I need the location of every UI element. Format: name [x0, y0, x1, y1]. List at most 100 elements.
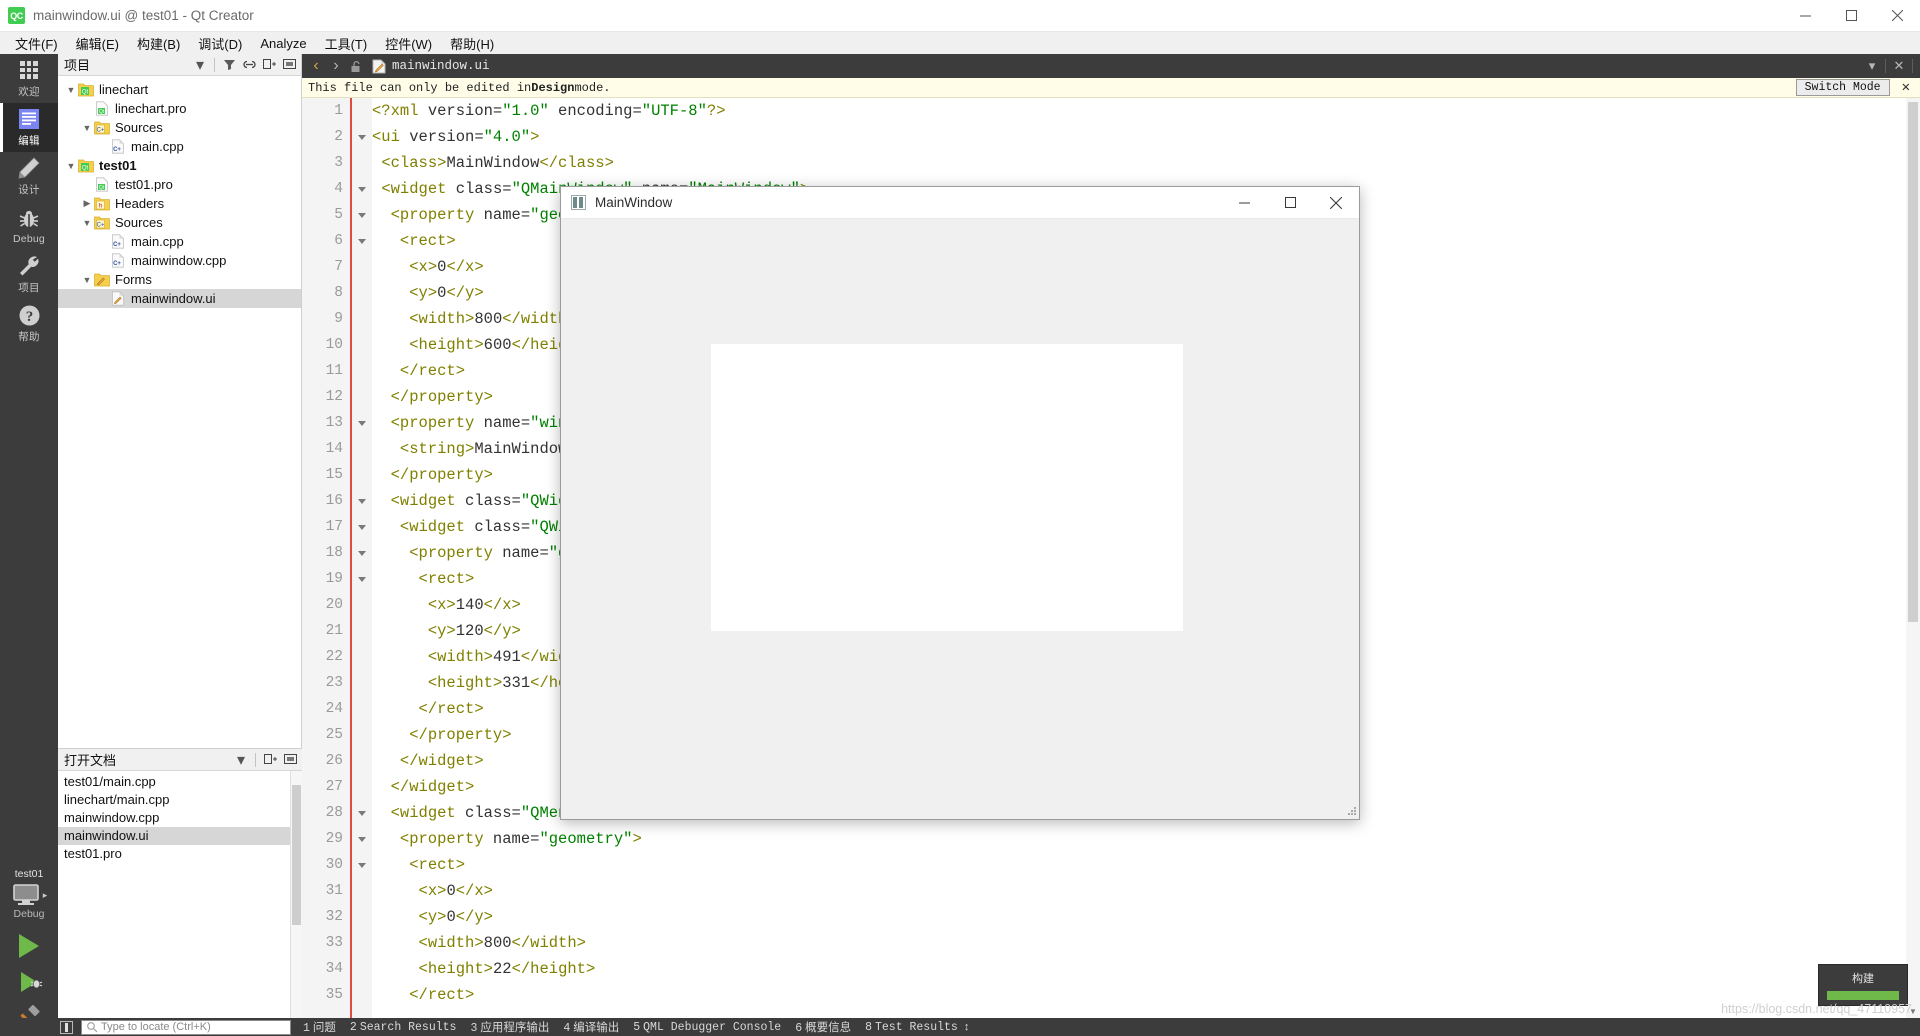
- menu-item-5[interactable]: 工具(T): [316, 32, 377, 55]
- output-pane-Search Results[interactable]: 2 Search Results: [350, 1021, 457, 1034]
- chevron-down-icon[interactable]: ▾: [232, 751, 250, 769]
- open-document-2[interactable]: mainwindow.cpp: [58, 809, 302, 827]
- line-number: 10: [325, 337, 343, 353]
- fold-marker[interactable]: [352, 540, 372, 566]
- menu-item-0[interactable]: 文件(F): [6, 32, 67, 55]
- project-tree[interactable]: ▼ Qt linechart Qt linechart.pro ▼ C+ Sources C+ m…: [58, 76, 301, 716]
- tree-item-main-cpp[interactable]: C+ main.cpp: [58, 232, 301, 251]
- filter-icon[interactable]: [220, 56, 238, 74]
- mode-编辑[interactable]: 编辑: [0, 103, 58, 152]
- fold-marker[interactable]: [352, 566, 372, 592]
- fold-marker[interactable]: [352, 124, 372, 150]
- chevron-down-icon[interactable]: ▼: [80, 123, 94, 133]
- fold-marker[interactable]: [352, 826, 372, 852]
- tree-item-headers[interactable]: ▶ h Headers: [58, 194, 301, 213]
- line-number: 3: [334, 155, 343, 171]
- output-pane-编译输出[interactable]: 4 编译输出: [563, 1019, 619, 1035]
- fold-empty: [352, 982, 372, 1008]
- menu-item-7[interactable]: 帮助(H): [441, 32, 503, 55]
- tree-item-mainwindow-ui[interactable]: mainwindow.ui: [58, 289, 301, 308]
- tree-item-test01-pro[interactable]: Qt test01.pro: [58, 175, 301, 194]
- mode-欢迎[interactable]: 欢迎: [0, 54, 58, 103]
- menu-item-2[interactable]: 构建(B): [128, 32, 189, 55]
- open-documents-scrollbar[interactable]: [290, 771, 302, 1018]
- run-button[interactable]: [0, 928, 58, 964]
- output-pane-QML Debugger Console[interactable]: 5 QML Debugger Console: [633, 1021, 781, 1034]
- open-document-4[interactable]: test01.pro: [58, 845, 302, 863]
- chevron-down-icon[interactable]: ▾: [1862, 56, 1882, 76]
- sidebar-toggle-icon[interactable]: [60, 1020, 73, 1034]
- menu-item-6[interactable]: 控件(W): [376, 32, 441, 55]
- fold-marker[interactable]: [352, 514, 372, 540]
- line-number: 23: [325, 675, 343, 691]
- tree-item-sources[interactable]: ▼ C+ Sources: [58, 213, 301, 232]
- editor-scrollbar[interactable]: ▲ ▼: [1906, 98, 1920, 1018]
- nav-back-button[interactable]: ‹: [306, 56, 326, 76]
- open-document-0[interactable]: test01/main.cpp: [58, 773, 302, 791]
- editor-tab-mainwindow-ui[interactable]: mainwindow.ui: [366, 54, 496, 78]
- chevron-down-icon[interactable]: ▼: [80, 218, 94, 228]
- scrollbar-thumb[interactable]: [1908, 102, 1918, 622]
- output-pane-updown-icon[interactable]: ↕: [964, 1021, 970, 1033]
- fold-marker[interactable]: [352, 228, 372, 254]
- debug-button[interactable]: [0, 964, 58, 1000]
- open-document-1[interactable]: linechart/main.cpp: [58, 791, 302, 809]
- fold-column[interactable]: [352, 98, 372, 1018]
- infobar-close-button[interactable]: ✕: [1898, 79, 1914, 96]
- scrollbar-thumb[interactable]: [292, 785, 301, 925]
- menu-item-4[interactable]: Analyze: [251, 34, 315, 53]
- chevron-down-icon[interactable]: ▼: [64, 161, 78, 171]
- fold-marker[interactable]: [352, 176, 372, 202]
- chevron-right-icon[interactable]: ▶: [80, 198, 94, 209]
- close-tab-button[interactable]: ✕: [1889, 56, 1909, 76]
- chevron-down-icon[interactable]: ▾: [191, 56, 209, 74]
- mode-设计[interactable]: 设计: [0, 152, 58, 201]
- mode-帮助[interactable]: ? 帮助: [0, 299, 58, 348]
- minimize-button[interactable]: [1782, 0, 1828, 32]
- chevron-down-icon[interactable]: ▼: [80, 275, 94, 285]
- close-button[interactable]: [1874, 0, 1920, 32]
- open-documents-list[interactable]: test01/main.cpp linechart/main.cpp mainwin…: [58, 771, 302, 863]
- open-document-3[interactable]: mainwindow.ui: [58, 827, 302, 845]
- fold-marker[interactable]: [352, 410, 372, 436]
- fold-marker[interactable]: [352, 800, 372, 826]
- mainwindow-app-window[interactable]: MainWindow: [560, 186, 1360, 820]
- tree-item-linechart-pro[interactable]: Qt linechart.pro: [58, 99, 301, 118]
- kit-selector[interactable]: test01 ▸ Debug: [0, 868, 58, 928]
- tree-item-linechart[interactable]: ▼ Qt linechart: [58, 80, 301, 99]
- app-minimize-button[interactable]: [1221, 187, 1267, 219]
- app-maximize-button[interactable]: [1267, 187, 1313, 219]
- nav-forward-button[interactable]: ›: [326, 56, 346, 76]
- maximize-button[interactable]: [1828, 0, 1874, 32]
- menu-item-1[interactable]: 编辑(E): [67, 32, 128, 55]
- app-close-button[interactable]: [1313, 187, 1359, 219]
- chevron-down-icon[interactable]: ▼: [64, 85, 78, 95]
- mode-Debug[interactable]: Debug: [0, 201, 58, 250]
- output-pane-概要信息[interactable]: 6 概要信息: [795, 1019, 851, 1035]
- link-icon[interactable]: [240, 56, 258, 74]
- tree-item-main-cpp[interactable]: C+ main.cpp: [58, 137, 301, 156]
- output-pane-应用程序输出[interactable]: 3 应用程序输出: [470, 1019, 549, 1035]
- tree-item-mainwindow-cpp[interactable]: C+ mainwindow.cpp: [58, 251, 301, 270]
- collapse-icon[interactable]: [280, 56, 298, 74]
- tree-item-sources[interactable]: ▼ C+ Sources: [58, 118, 301, 137]
- output-pane-Test Results[interactable]: 8 Test Results: [865, 1021, 958, 1034]
- fold-marker[interactable]: [352, 202, 372, 228]
- locator-input[interactable]: Type to locate (Ctrl+K): [81, 1019, 291, 1035]
- fold-empty: [352, 98, 372, 124]
- fold-marker[interactable]: [352, 852, 372, 878]
- menu-item-3[interactable]: 调试(D): [189, 32, 251, 55]
- fold-triangle-icon: [358, 524, 366, 530]
- output-pane-问题[interactable]: 1 问题: [303, 1019, 336, 1035]
- mode-项目[interactable]: 项目: [0, 250, 58, 299]
- resize-grip[interactable]: [1347, 807, 1357, 817]
- line-number: 8: [334, 285, 343, 301]
- tree-item-test01[interactable]: ▼ Qt test01: [58, 156, 301, 175]
- switch-mode-button[interactable]: Switch Mode: [1795, 79, 1890, 96]
- fold-marker[interactable]: [352, 488, 372, 514]
- tree-item-forms[interactable]: ▼ Forms: [58, 270, 301, 289]
- split-icon[interactable]: [261, 751, 279, 769]
- split-icon[interactable]: [260, 56, 278, 74]
- collapse-icon[interactable]: [281, 751, 299, 769]
- lock-unlocked-icon[interactable]: [346, 56, 366, 76]
